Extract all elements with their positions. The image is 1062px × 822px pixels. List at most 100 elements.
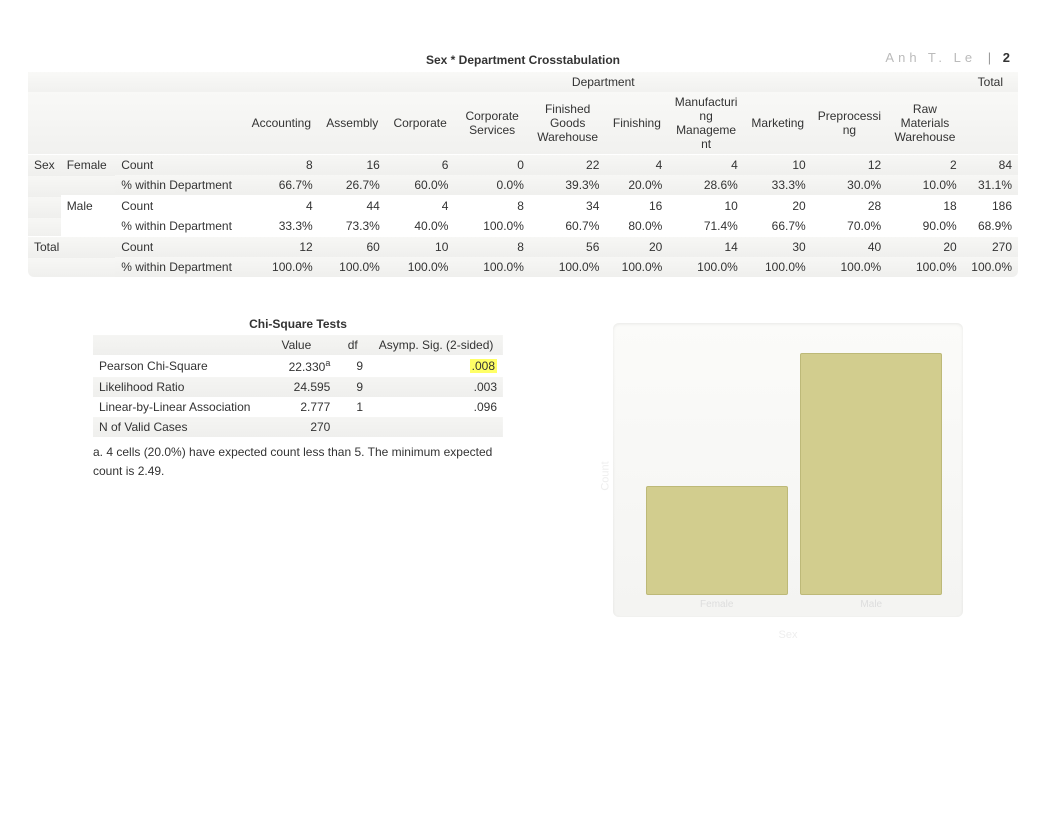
crosstab-total-label: Total bbox=[28, 237, 115, 278]
crosstab-column-header: Finishing bbox=[605, 92, 668, 155]
crosstab-column-header: Manufacturing Management bbox=[668, 92, 744, 155]
crosstab-cell: 30.0% bbox=[812, 175, 888, 196]
chart-x-tick: Male bbox=[800, 599, 942, 610]
chisq-df: 9 bbox=[336, 355, 369, 377]
crosstab-cell: 60 bbox=[319, 237, 386, 258]
crosstab-cell: 30 bbox=[744, 237, 812, 258]
crosstab-column-header: Raw Materials Warehouse bbox=[887, 92, 963, 155]
crosstab-cell: 26.7% bbox=[319, 175, 386, 196]
chisq-sig: .003 bbox=[369, 377, 503, 397]
crosstab-column-header: Corporate bbox=[386, 92, 455, 155]
crosstab-cell: 18 bbox=[887, 196, 963, 217]
chisq-row-label: Likelihood Ratio bbox=[93, 377, 256, 397]
crosstab-cell: 100.0% bbox=[668, 257, 744, 277]
crosstab-cell: 4 bbox=[605, 155, 668, 176]
chisq-value: 22.330a bbox=[256, 355, 336, 377]
crosstab-cell: 28 bbox=[812, 196, 888, 217]
chisq-sig: .008 bbox=[369, 355, 503, 377]
crosstab-cell: 8 bbox=[454, 237, 530, 258]
crosstab-cell: 66.7% bbox=[244, 175, 319, 196]
chi-square-table: ValuedfAsymp. Sig. (2-sided) Pearson Chi… bbox=[93, 335, 503, 437]
crosstab-cell: 186 bbox=[963, 196, 1018, 217]
crosstab-cell: 90.0% bbox=[887, 216, 963, 237]
chisq-header: Asymp. Sig. (2-sided) bbox=[369, 335, 503, 355]
crosstab-cell: 84 bbox=[963, 155, 1018, 176]
crosstab-cell: 8 bbox=[454, 196, 530, 217]
crosstab-column-header: Corporate Services bbox=[454, 92, 530, 155]
crosstab-column-header: Preprocessing bbox=[812, 92, 888, 155]
chi-square-footnote: a. 4 cells (20.0%) have expected count l… bbox=[93, 443, 503, 481]
bar-chart: Female Male Sex Count bbox=[583, 317, 983, 647]
crosstab-container: Sex * Department Crosstabulation Departm… bbox=[28, 50, 1018, 277]
crosstab-cell: 33.3% bbox=[244, 216, 319, 237]
crosstab-cell: 100.0% bbox=[887, 257, 963, 277]
chart-x-tick: Female bbox=[646, 599, 788, 610]
crosstab-cell: % within Department bbox=[115, 216, 244, 237]
crosstab-cell: 70.0% bbox=[812, 216, 888, 237]
crosstab-cell: 68.9% bbox=[963, 216, 1018, 237]
crosstab-cell: 56 bbox=[530, 237, 606, 258]
crosstab-cell: 100.0% bbox=[454, 257, 530, 277]
crosstab-cell: 40.0% bbox=[386, 216, 455, 237]
crosstab-cell: 10 bbox=[744, 155, 812, 176]
crosstab-cell: 10 bbox=[386, 237, 455, 258]
crosstab-cell: Count bbox=[115, 196, 244, 217]
chart-bar bbox=[646, 486, 788, 595]
chisq-header: Value bbox=[256, 335, 336, 355]
crosstab-cell: 34 bbox=[530, 196, 606, 217]
crosstab-cell: 0.0% bbox=[454, 175, 530, 196]
chisq-value: 24.595 bbox=[256, 377, 336, 397]
crosstab-total-header: Total bbox=[963, 72, 1018, 93]
chisq-sig bbox=[369, 417, 503, 437]
crosstab-cell: 100.0% bbox=[244, 257, 319, 277]
crosstab-column-header: Marketing bbox=[744, 92, 812, 155]
crosstab-cell: 39.3% bbox=[530, 175, 606, 196]
crosstab-cell: 73.3% bbox=[319, 216, 386, 237]
crosstab-cell: 20 bbox=[887, 237, 963, 258]
crosstab-cell: Count bbox=[115, 155, 244, 176]
crosstab-cell: 60.7% bbox=[530, 216, 606, 237]
chi-square-title: Chi-Square Tests bbox=[93, 317, 503, 335]
crosstab-cell: 4 bbox=[244, 196, 319, 217]
crosstab-cell: 10 bbox=[668, 196, 744, 217]
crosstab-category: Male bbox=[61, 196, 116, 237]
chisq-value: 270 bbox=[256, 417, 336, 437]
crosstab-cell: 100.0% bbox=[963, 257, 1018, 277]
crosstab-cell: 0 bbox=[454, 155, 530, 176]
chi-square-container: Chi-Square Tests ValuedfAsymp. Sig. (2-s… bbox=[93, 317, 503, 481]
crosstab-column-header: Accounting bbox=[244, 92, 319, 155]
crosstab-cell: 100.0% bbox=[812, 257, 888, 277]
crosstab-cell: 33.3% bbox=[744, 175, 812, 196]
crosstab-cell: 71.4% bbox=[668, 216, 744, 237]
crosstab-cell: 100.0% bbox=[386, 257, 455, 277]
chisq-df: 1 bbox=[336, 397, 369, 417]
crosstab-cell: % within Department bbox=[115, 257, 244, 277]
crosstab-category: Female bbox=[61, 155, 116, 196]
crosstab-table: Department Total AccountingAssemblyCorpo… bbox=[28, 71, 1018, 277]
chisq-df bbox=[336, 417, 369, 437]
crosstab-cell: 20 bbox=[744, 196, 812, 217]
chart-x-label: Sex bbox=[613, 629, 963, 641]
crosstab-cell: 100.0% bbox=[454, 216, 530, 237]
crosstab-cell: 12 bbox=[244, 237, 319, 258]
crosstab-cell: 20 bbox=[605, 237, 668, 258]
chisq-row-label: Linear-by-Linear Association bbox=[93, 397, 256, 417]
crosstab-row-dimension: Sex bbox=[28, 155, 61, 237]
crosstab-cell: 8 bbox=[244, 155, 319, 176]
crosstab-cell: 6 bbox=[386, 155, 455, 176]
crosstab-group-label: Department bbox=[244, 72, 963, 93]
chart-y-label: Count bbox=[600, 461, 612, 490]
crosstab-cell: 66.7% bbox=[744, 216, 812, 237]
crosstab-cell: 4 bbox=[668, 155, 744, 176]
chisq-value: 2.777 bbox=[256, 397, 336, 417]
crosstab-title: Sex * Department Crosstabulation bbox=[28, 50, 1018, 71]
chisq-row-label: Pearson Chi-Square bbox=[93, 355, 256, 377]
crosstab-cell: 16 bbox=[319, 155, 386, 176]
crosstab-cell: 2 bbox=[887, 155, 963, 176]
crosstab-cell: 12 bbox=[812, 155, 888, 176]
crosstab-cell: 270 bbox=[963, 237, 1018, 258]
chart-bar bbox=[800, 353, 942, 595]
crosstab-cell: Count bbox=[115, 237, 244, 258]
crosstab-cell: 16 bbox=[605, 196, 668, 217]
chisq-header: df bbox=[336, 335, 369, 355]
